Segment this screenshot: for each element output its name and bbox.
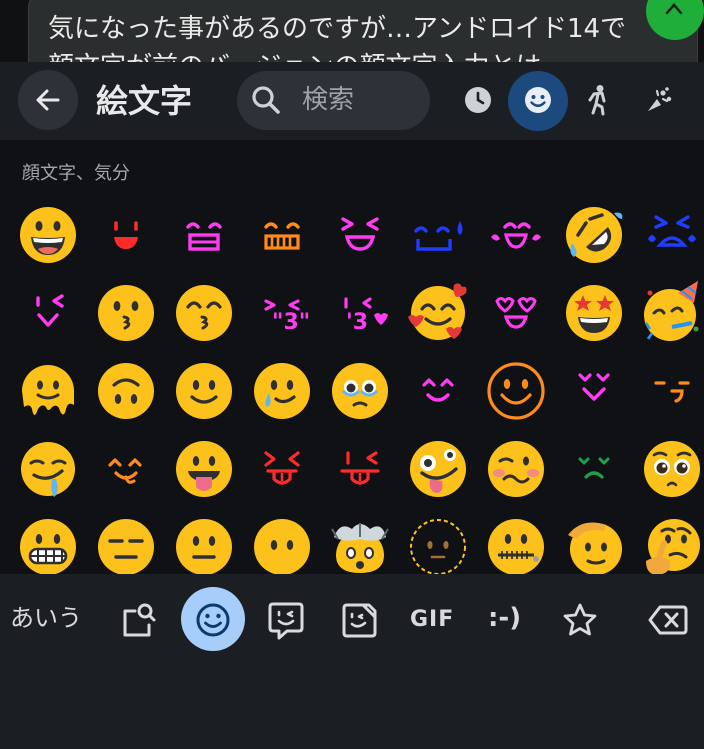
emoji-slightly-smiling-face[interactable] bbox=[167, 354, 241, 428]
emoji-woozy-face[interactable] bbox=[479, 432, 553, 506]
emoji-exploding-head[interactable] bbox=[323, 510, 397, 574]
kaomoji-blue-sweat[interactable] bbox=[401, 198, 475, 272]
search-placeholder: 検索 bbox=[302, 85, 355, 115]
emoji-zany-face[interactable] bbox=[401, 432, 475, 506]
kaomoji-orange-teeth[interactable] bbox=[245, 198, 319, 272]
section-heading: 顔文字、気分 bbox=[22, 163, 130, 184]
bitmoji-icon[interactable] bbox=[338, 598, 382, 642]
kaomoji-red-smile[interactable] bbox=[89, 198, 163, 272]
emoji-upside-down-face[interactable] bbox=[89, 354, 163, 428]
kaomoji-red-tongue-wink[interactable] bbox=[323, 432, 397, 506]
chevron-up-icon bbox=[665, 3, 683, 15]
svg-text:"3": "3" bbox=[272, 310, 310, 335]
emoji-saluting-face[interactable] bbox=[557, 510, 631, 574]
emoji-melting-face[interactable] bbox=[11, 354, 85, 428]
kaomoji-magenta-squint[interactable] bbox=[323, 198, 397, 272]
person-icon[interactable] bbox=[578, 80, 618, 120]
emoji-face-holding-back-tears[interactable] bbox=[323, 354, 397, 428]
activity-icon[interactable] bbox=[638, 80, 678, 120]
kaomoji-magenta-heart-eyes[interactable] bbox=[479, 276, 553, 350]
emoji-neutral-face[interactable] bbox=[167, 510, 241, 574]
emoji-face-with-tongue[interactable] bbox=[167, 432, 241, 506]
kaomoji-magenta-laugh[interactable] bbox=[479, 198, 553, 272]
emoji-expressionless-face[interactable] bbox=[89, 510, 163, 574]
emoji-smiling-face-with-hearts[interactable] bbox=[401, 276, 475, 350]
emoji-kissing-face[interactable] bbox=[89, 276, 163, 350]
backspace-icon[interactable] bbox=[646, 598, 690, 642]
emoji-dotted-line-face[interactable] bbox=[401, 510, 475, 574]
keyboard-switch-button[interactable]: あいう bbox=[10, 600, 82, 636]
emoji-grinning-face[interactable] bbox=[11, 198, 85, 272]
emoji-thinking-face[interactable] bbox=[635, 510, 704, 574]
emoji-grimacing-face[interactable] bbox=[11, 510, 85, 574]
search-icon bbox=[252, 86, 280, 114]
emoji-pleading-face[interactable] bbox=[635, 432, 704, 506]
kaomoji-magenta-heart-kiss[interactable]: '3 bbox=[323, 276, 397, 350]
kaomoji-magenta-happy[interactable] bbox=[401, 354, 475, 428]
smiley-icon bbox=[518, 80, 558, 120]
gif-button[interactable]: GIF bbox=[410, 602, 454, 638]
kaomoji-red-tongue[interactable] bbox=[245, 432, 319, 506]
emoji-star-struck[interactable] bbox=[557, 276, 631, 350]
emoji-kissing-smiling-eyes[interactable] bbox=[167, 276, 241, 350]
svg-text:'3: '3 bbox=[346, 310, 368, 335]
message-text-line-1: 気になった事があるのですが…アンドロイド14で bbox=[48, 14, 627, 44]
kaomoji-blue-crying[interactable] bbox=[635, 198, 704, 272]
keyboard-bottom-area bbox=[0, 664, 704, 749]
emoji-smiling-face-with-tear[interactable] bbox=[245, 354, 319, 428]
emoticon-button[interactable]: :-) bbox=[488, 600, 521, 636]
emoji-partying-face[interactable] bbox=[635, 276, 704, 350]
emoji-face-without-mouth[interactable] bbox=[245, 510, 319, 574]
page-title: 絵文字 bbox=[96, 82, 193, 120]
sticker-search-icon[interactable] bbox=[116, 598, 160, 642]
emoji-grid-panel[interactable]: 顔文字、気分 "3" '3 bbox=[0, 140, 704, 574]
recent-clock-icon[interactable] bbox=[458, 80, 498, 120]
smiley-outline[interactable] bbox=[479, 354, 553, 428]
kaomoji-magenta-kiss[interactable]: "3" bbox=[245, 276, 319, 350]
emoji-icon bbox=[191, 598, 235, 642]
sticker-icon[interactable] bbox=[264, 598, 308, 642]
emoji-drooling-face[interactable] bbox=[11, 432, 85, 506]
kaomoji-green-sad[interactable] bbox=[557, 432, 631, 506]
kaomoji-magenta-wink[interactable] bbox=[11, 276, 85, 350]
emoji-zipper-mouth-face[interactable] bbox=[479, 510, 553, 574]
star-icon[interactable] bbox=[558, 598, 602, 642]
kaomoji-orange-smirk[interactable] bbox=[635, 354, 704, 428]
kaomoji-magenta-box[interactable] bbox=[167, 198, 241, 272]
arrow-back-icon bbox=[36, 89, 60, 111]
kaomoji-orange-yum[interactable] bbox=[89, 432, 163, 506]
kaomoji-magenta-v[interactable] bbox=[557, 354, 631, 428]
back-button[interactable] bbox=[18, 70, 78, 130]
emoji-rolling-on-floor-laughing[interactable] bbox=[557, 198, 631, 272]
